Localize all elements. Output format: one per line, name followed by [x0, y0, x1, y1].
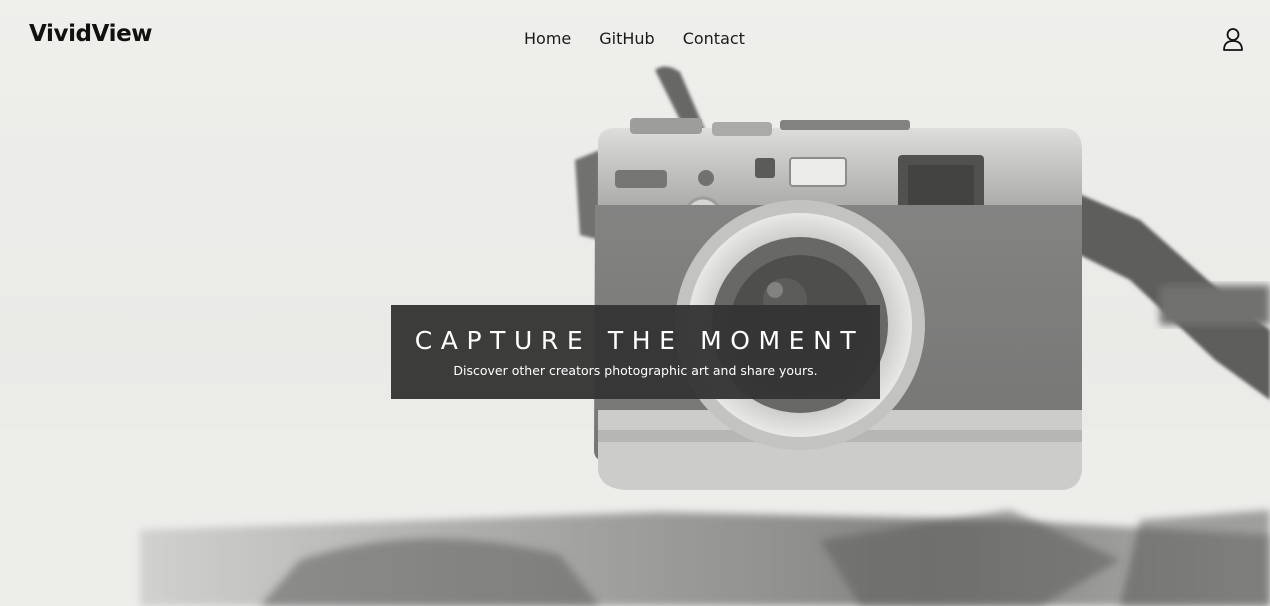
hero-section: VividView Home GitHub Contact CAPTURE TH…: [0, 0, 1270, 606]
hero-headline: CAPTURE THE MOMENT: [414, 326, 865, 355]
user-icon: [1223, 28, 1243, 51]
nav-link-github[interactable]: GitHub: [599, 29, 654, 48]
hero-caption-box: CAPTURE THE MOMENT Discover other creato…: [391, 305, 880, 399]
nav-link-contact[interactable]: Contact: [683, 29, 745, 48]
brand-logo[interactable]: VividView: [29, 21, 153, 47]
top-navbar: VividView Home GitHub Contact: [0, 0, 1270, 80]
main-menu: Home GitHub Contact: [524, 29, 745, 48]
account-button[interactable]: [1220, 26, 1246, 52]
hero-subtitle: Discover other creators photographic art…: [453, 363, 818, 378]
hero-background-photo: [0, 0, 1270, 606]
nav-link-home[interactable]: Home: [524, 29, 571, 48]
